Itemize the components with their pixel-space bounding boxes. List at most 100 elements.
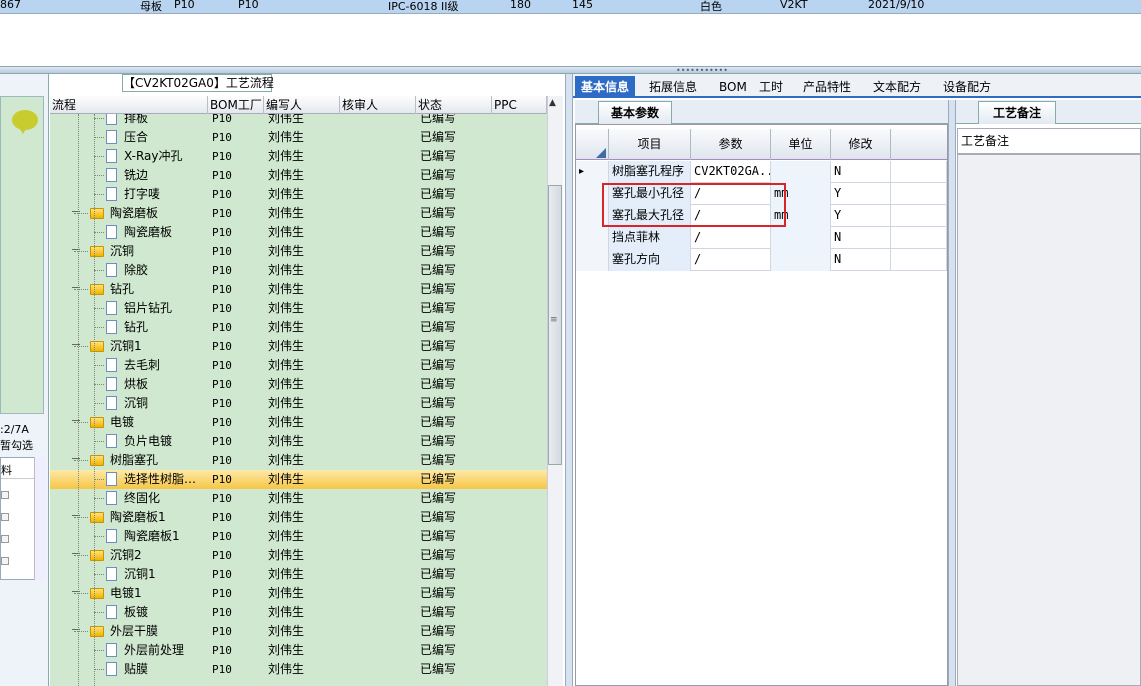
tree-row-status: 已编写 <box>420 624 457 638</box>
tree-step-row[interactable]: 去毛刺 P10 刘伟生 已编写 <box>50 356 547 375</box>
col-process[interactable]: 流程 <box>50 96 208 114</box>
tree-step-row[interactable]: 铝片钻孔 P10 刘伟生 已编写 <box>50 299 547 318</box>
tree-row-plant: P10 <box>212 207 232 220</box>
tree-row-status: 已编写 <box>420 415 457 429</box>
left-row-checkbox[interactable] <box>1 557 9 565</box>
tree-step-row[interactable]: 铣边 P10 刘伟生 已编写 <box>50 166 547 185</box>
tree-step-row[interactable]: 板镀 P10 刘伟生 已编写 <box>50 603 547 622</box>
tree-group-row[interactable]: 钻孔 P10 刘伟生 已编写 <box>50 280 547 299</box>
col-ppc[interactable]: PPC <box>492 96 547 114</box>
folder-icon <box>90 417 104 428</box>
param-row[interactable]: 挡点菲林 / N <box>576 227 947 249</box>
upper-grid-empty-area <box>0 14 1141 68</box>
col-reviewer[interactable]: 核审人 <box>340 96 416 114</box>
col-modify[interactable]: 修改 <box>831 129 891 160</box>
tree-step-row[interactable]: 负片电镀 P10 刘伟生 已编写 <box>50 432 547 451</box>
tab-equipment-recipe[interactable]: 设备配方 <box>937 76 997 98</box>
col-bom-plant[interactable]: BOM工厂 <box>208 96 264 114</box>
tree-row-writer: 刘伟生 <box>268 301 305 315</box>
tree-row-writer: 刘伟生 <box>268 149 305 163</box>
tree-group-row[interactable]: 沉铜2 P10 刘伟生 已编写 <box>50 546 547 565</box>
tree-row-name: 钻孔 <box>110 282 135 296</box>
document-icon <box>106 320 117 334</box>
tree-group-row[interactable]: 电镀1 P10 刘伟生 已编写 <box>50 584 547 603</box>
vertical-splitter-left[interactable] <box>565 74 573 686</box>
document-icon <box>106 114 117 125</box>
tree-step-row[interactable]: 外层前处理 P10 刘伟生 已编写 <box>50 641 547 660</box>
tree-row-plant: P10 <box>212 264 232 277</box>
param-row[interactable]: 塞孔方向 / N <box>576 249 947 271</box>
col-item[interactable]: 项目 <box>609 129 691 160</box>
tree-row-plant: P10 <box>212 226 232 239</box>
col-unit[interactable]: 单位 <box>771 129 831 160</box>
tab-basic-info[interactable]: 基本信息 <box>575 76 636 98</box>
tree-row-name: 烘板 <box>124 377 149 391</box>
tree-group-row[interactable]: 沉铜 P10 刘伟生 已编写 <box>50 242 547 261</box>
tab-basic-params[interactable]: 基本参数 <box>598 101 672 124</box>
tree-step-row[interactable]: X-Ray冲孔 P10 刘伟生 已编写 <box>50 147 547 166</box>
tree-row-plant: P10 <box>212 492 232 505</box>
folder-icon <box>90 341 104 352</box>
tree-step-row[interactable]: 陶瓷磨板 P10 刘伟生 已编写 <box>50 223 547 242</box>
tree-step-row[interactable]: 选择性树脂… P10 刘伟生 已编写 <box>50 470 547 489</box>
tab-extended-info[interactable]: 拓展信息 <box>643 76 703 98</box>
tree-row-writer: 刘伟生 <box>268 529 305 543</box>
process-notes-textarea[interactable] <box>957 154 1141 686</box>
tab-process-notes[interactable]: 工艺备注 <box>978 101 1056 124</box>
col-value[interactable]: 参数 <box>691 129 771 160</box>
tab-text-recipe[interactable]: 文本配方 <box>867 76 927 98</box>
tab-work-hours[interactable]: 工时 <box>753 76 789 98</box>
tree-row-status: 已编写 <box>420 548 457 562</box>
document-icon <box>106 567 117 581</box>
document-icon <box>106 472 117 486</box>
param-modify: Y <box>831 205 891 227</box>
tab-bom[interactable]: BOM <box>713 76 753 98</box>
tree-group-row[interactable]: 外层干膜 P10 刘伟生 已编写 <box>50 622 547 641</box>
param-row[interactable]: ▸树脂塞孔程序CV2KT02GA... N <box>576 161 947 183</box>
tree-row-name: 排板 <box>124 114 149 125</box>
sort-corner-icon <box>596 148 606 158</box>
document-icon <box>106 605 117 619</box>
tree-group-row[interactable]: 沉铜1 P10 刘伟生 已编写 <box>50 337 547 356</box>
left-grid-scrollbar[interactable] <box>34 457 46 580</box>
tree-group-row[interactable]: 电镀 P10 刘伟生 已编写 <box>50 413 547 432</box>
vertical-splitter-right[interactable] <box>948 100 956 686</box>
tree-scroll-thumb[interactable] <box>548 185 562 465</box>
tree-step-row[interactable]: 钻孔 P10 刘伟生 已编写 <box>50 318 547 337</box>
tab-product-features[interactable]: 产品特性 <box>797 76 857 98</box>
tree-step-row[interactable]: 压合 P10 刘伟生 已编写 <box>50 128 547 147</box>
tree-group-row[interactable]: 陶瓷磨板1 P10 刘伟生 已编写 <box>50 508 547 527</box>
horizontal-splitter[interactable] <box>0 66 1141 74</box>
tree-group-row[interactable]: 陶瓷磨板 P10 刘伟生 已编写 <box>50 204 547 223</box>
folder-icon <box>90 512 104 523</box>
col-writer[interactable]: 编写人 <box>264 96 340 114</box>
tree-row-name: 去毛刺 <box>124 358 161 372</box>
left-row-checkbox[interactable] <box>1 535 9 543</box>
tree-step-row[interactable]: 除胶 P10 刘伟生 已编写 <box>50 261 547 280</box>
param-value[interactable]: CV2KT02GA... <box>691 161 771 183</box>
tree-row-writer: 刘伟生 <box>268 263 305 277</box>
scroll-up-arrow-icon[interactable]: ▲ <box>549 98 556 108</box>
upper-grid-selected-row[interactable]: 867 母板 P10 P10 IPC-6018 II级 180 145 白色 V… <box>0 0 1141 14</box>
tree-row-status: 已编写 <box>420 472 457 486</box>
left-row-checkbox[interactable] <box>1 491 9 499</box>
tree-row-status: 已编写 <box>420 130 457 144</box>
col-status[interactable]: 状态 <box>416 96 492 114</box>
tree-row-name: 沉铜1 <box>110 339 142 353</box>
row-indicator <box>576 227 609 249</box>
tree-step-row[interactable]: 排板 P10 刘伟生 已编写 <box>50 114 547 128</box>
param-value[interactable]: / <box>691 249 771 271</box>
tree-step-row[interactable]: 沉铜1 P10 刘伟生 已编写 <box>50 565 547 584</box>
tree-step-row[interactable]: 终固化 P10 刘伟生 已编写 <box>50 489 547 508</box>
tree-step-row[interactable]: 沉铜 P10 刘伟生 已编写 <box>50 394 547 413</box>
tree-step-row[interactable]: 打字唛 P10 刘伟生 已编写 <box>50 185 547 204</box>
document-icon <box>106 130 117 144</box>
upper-cell-v1: 180 <box>510 0 531 11</box>
tree-step-row[interactable]: 陶瓷磨板1 P10 刘伟生 已编写 <box>50 527 547 546</box>
left-row-checkbox[interactable] <box>1 513 9 521</box>
tree-group-row[interactable]: 树脂塞孔 P10 刘伟生 已编写 <box>50 451 547 470</box>
tree-step-row[interactable]: 烘板 P10 刘伟生 已编写 <box>50 375 547 394</box>
tree-step-row[interactable]: 贴膜 P10 刘伟生 已编写 <box>50 660 547 679</box>
detail-tab-bar: 基本信息 拓展信息 BOM 工时 产品特性 文本配方 设备配方 <box>573 74 1141 98</box>
param-value[interactable]: / <box>691 227 771 249</box>
